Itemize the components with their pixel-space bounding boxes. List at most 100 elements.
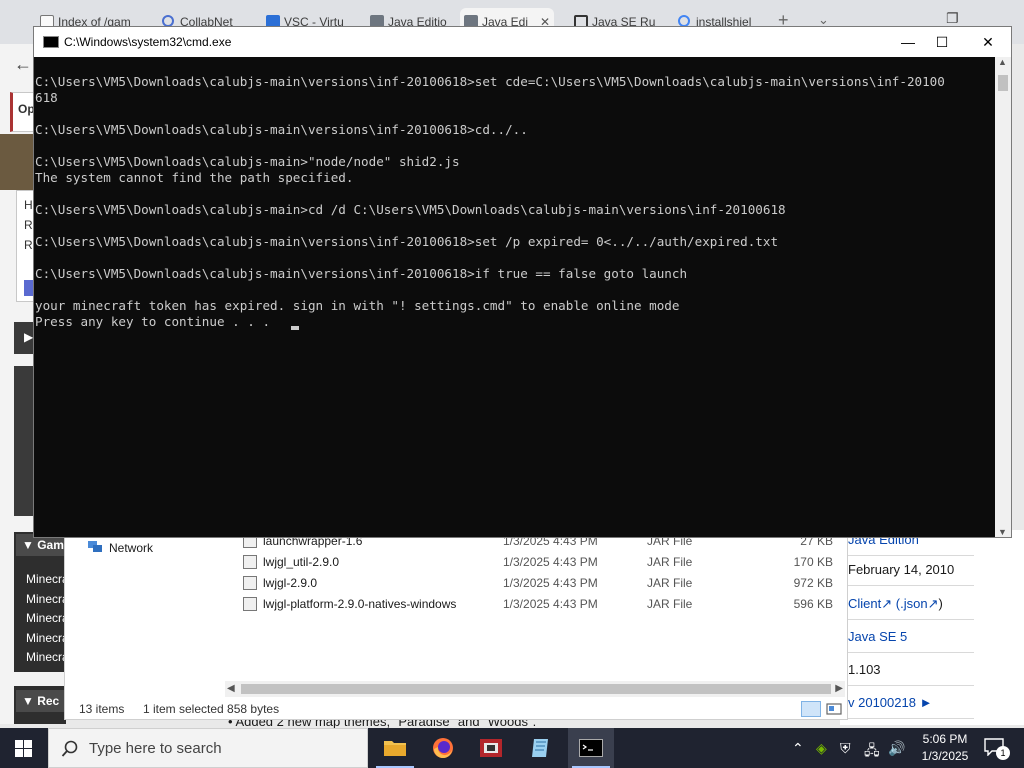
infobox-downloads: Client↗ (.json↗) bbox=[848, 588, 974, 620]
infobox-java-version: Java SE 5 bbox=[848, 621, 974, 653]
recent-heading-label: Rec bbox=[37, 694, 60, 708]
nav-item-label: Network bbox=[109, 541, 154, 555]
cmd-window: C:\Windows\system32\cmd.exe — ☐ ✕ C:\Use… bbox=[33, 26, 1012, 538]
console-line: C:\Users\VM5\Downloads\calubjs-main>"nod… bbox=[35, 154, 460, 169]
scroll-up-icon[interactable]: ▲ bbox=[998, 57, 1007, 67]
scrollbar-thumb[interactable] bbox=[241, 684, 831, 694]
chevron-up-icon[interactable]: ⌃ bbox=[792, 740, 804, 757]
folder-icon bbox=[384, 741, 406, 756]
taskbar-app-red[interactable] bbox=[468, 728, 514, 768]
next-version-link[interactable]: v 20100218 ► bbox=[848, 695, 932, 710]
file-row[interactable]: lwjgl_util-2.9.0 1/3/2025 4:43 PM JAR Fi… bbox=[241, 552, 841, 572]
terminal-icon bbox=[43, 36, 59, 48]
close-button[interactable]: ✕ bbox=[965, 27, 1011, 57]
file-date: 1/3/2025 4:43 PM bbox=[503, 576, 598, 590]
restore-window-icon[interactable]: ❐ bbox=[946, 10, 1016, 27]
file-type: JAR File bbox=[647, 597, 693, 611]
info-fragment: R bbox=[24, 238, 33, 252]
selection-info: 1 item selected 858 bytes bbox=[143, 702, 280, 716]
taskbar-cmd[interactable] bbox=[568, 728, 614, 768]
infobox-data-version: 1.103 bbox=[848, 654, 974, 686]
taskbar-search-box[interactable]: Type here to search bbox=[48, 728, 368, 768]
scroll-right-icon[interactable]: ▶ bbox=[835, 681, 843, 697]
console-line: C:\Users\VM5\Downloads\calubjs-main\vers… bbox=[35, 122, 528, 137]
scroll-down-icon[interactable]: ▼ bbox=[998, 527, 1007, 537]
console-line: C:\Users\VM5\Downloads\calubjs-main\vers… bbox=[35, 74, 945, 89]
notepad-icon bbox=[532, 739, 548, 757]
json-link[interactable]: (.json bbox=[896, 596, 928, 611]
network-status-icon[interactable]: 🖧 bbox=[864, 740, 880, 764]
file-type: JAR File bbox=[647, 555, 693, 569]
jar-file-icon bbox=[243, 576, 257, 590]
notification-badge: 1 bbox=[996, 746, 1010, 760]
file-name: lwjgl-platform-2.9.0-natives-windows bbox=[263, 597, 457, 611]
minecraft-link[interactable]: Minecra bbox=[26, 572, 68, 586]
status-bar: 13 items 1 item selected 858 bytes bbox=[65, 699, 847, 719]
file-row[interactable]: lwjgl-2.9.0 1/3/2025 4:43 PM JAR File 97… bbox=[241, 573, 841, 593]
terminal-icon bbox=[579, 739, 603, 757]
defender-icon[interactable]: ⛨ bbox=[840, 740, 851, 757]
cmd-titlebar[interactable]: C:\Windows\system32\cmd.exe — ☐ ✕ bbox=[34, 27, 1011, 57]
info-fragment: R bbox=[24, 218, 33, 232]
horizontal-scrollbar[interactable]: ◀ ▶ bbox=[225, 681, 845, 697]
java-version-link[interactable]: Java SE 5 bbox=[848, 629, 907, 644]
large-icons-view-icon[interactable] bbox=[825, 701, 843, 717]
jar-file-icon bbox=[243, 555, 257, 569]
file-name: lwjgl-2.9.0 bbox=[263, 576, 318, 590]
file-row[interactable]: lwjgl-platform-2.9.0-natives-windows 1/3… bbox=[241, 594, 841, 614]
collapse-arrow-icon: ▼ bbox=[22, 694, 38, 708]
nvidia-icon[interactable]: ◈ bbox=[816, 740, 827, 757]
console-output[interactable]: C:\Users\VM5\Downloads\calubjs-main\vers… bbox=[34, 57, 995, 537]
scrollbar-thumb[interactable] bbox=[998, 75, 1008, 91]
search-icon bbox=[61, 740, 78, 757]
scroll-left-icon[interactable]: ◀ bbox=[227, 681, 235, 697]
minecraft-link[interactable]: Minecra bbox=[26, 650, 68, 664]
taskbar-file-explorer[interactable] bbox=[372, 728, 418, 768]
expand-arrow-icon[interactable]: ▶ bbox=[24, 330, 33, 344]
minecraft-link[interactable]: Minecra bbox=[26, 631, 68, 645]
infobox-next-version: v 20100218 ► bbox=[848, 687, 974, 719]
console-line: your minecraft token has expired. sign i… bbox=[35, 298, 680, 313]
item-count: 13 items bbox=[79, 702, 125, 716]
console-line: Press any key to continue . . . bbox=[35, 314, 278, 329]
file-size: 972 KB bbox=[793, 576, 833, 590]
external-link-icon: ↗ bbox=[927, 596, 939, 611]
firefox-icon bbox=[433, 738, 453, 758]
games-heading-label: Gam bbox=[37, 538, 64, 552]
file-date: 1/3/2025 4:43 PM bbox=[503, 597, 598, 611]
paren: ) bbox=[938, 596, 943, 611]
windows-logo-icon bbox=[15, 740, 32, 757]
console-line: C:\Users\VM5\Downloads\calubjs-main\vers… bbox=[35, 234, 779, 249]
file-explorer-window: Network launchwrapper-1.6 1/3/2025 4:43 … bbox=[64, 530, 848, 720]
game-app-icon bbox=[480, 739, 502, 757]
minecraft-link[interactable]: Minecra bbox=[26, 611, 68, 625]
details-view-icon[interactable] bbox=[801, 701, 821, 717]
minecraft-link[interactable]: Minecra bbox=[26, 592, 68, 606]
file-size: 170 KB bbox=[793, 555, 833, 569]
wiki-infobox: Java Edition February 14, 2010 Client↗ (… bbox=[840, 530, 1024, 725]
recent-heading[interactable]: ▼ Rec bbox=[16, 690, 66, 712]
search-placeholder: Type here to search bbox=[89, 740, 222, 757]
system-tray: ⌃ ◈ ⛨ 🖧 🔊 5:06 PM 1/3/2025 1 bbox=[784, 728, 1024, 768]
external-link-icon: ↗ bbox=[881, 596, 893, 611]
clock[interactable]: 5:06 PM 1/3/2025 bbox=[914, 731, 976, 765]
info-fragment: H bbox=[24, 198, 33, 212]
file-size: 596 KB bbox=[793, 597, 833, 611]
console-line: The system cannot find the path specifie… bbox=[35, 170, 354, 185]
console-line: 618 bbox=[35, 90, 58, 105]
nav-item-network[interactable]: Network bbox=[87, 539, 153, 557]
maximize-button[interactable]: ☐ bbox=[919, 27, 965, 57]
client-link[interactable]: Client bbox=[848, 596, 881, 611]
start-button[interactable] bbox=[0, 728, 48, 768]
vertical-scrollbar[interactable]: ▲ ▼ bbox=[995, 57, 1011, 537]
clock-date: 1/3/2025 bbox=[921, 749, 969, 763]
jar-file-icon bbox=[243, 597, 257, 611]
console-line: C:\Users\VM5\Downloads\calubjs-main\vers… bbox=[35, 266, 688, 281]
console-line: C:\Users\VM5\Downloads\calubjs-main>cd /… bbox=[35, 202, 786, 217]
volume-icon[interactable]: 🔊 bbox=[888, 740, 905, 757]
taskbar-firefox[interactable] bbox=[420, 728, 466, 768]
taskbar-app-notepad[interactable] bbox=[518, 728, 564, 768]
network-icon bbox=[88, 541, 102, 552]
infobox-release-date: February 14, 2010 bbox=[848, 554, 974, 586]
back-arrow-icon[interactable]: ← bbox=[14, 54, 32, 75]
